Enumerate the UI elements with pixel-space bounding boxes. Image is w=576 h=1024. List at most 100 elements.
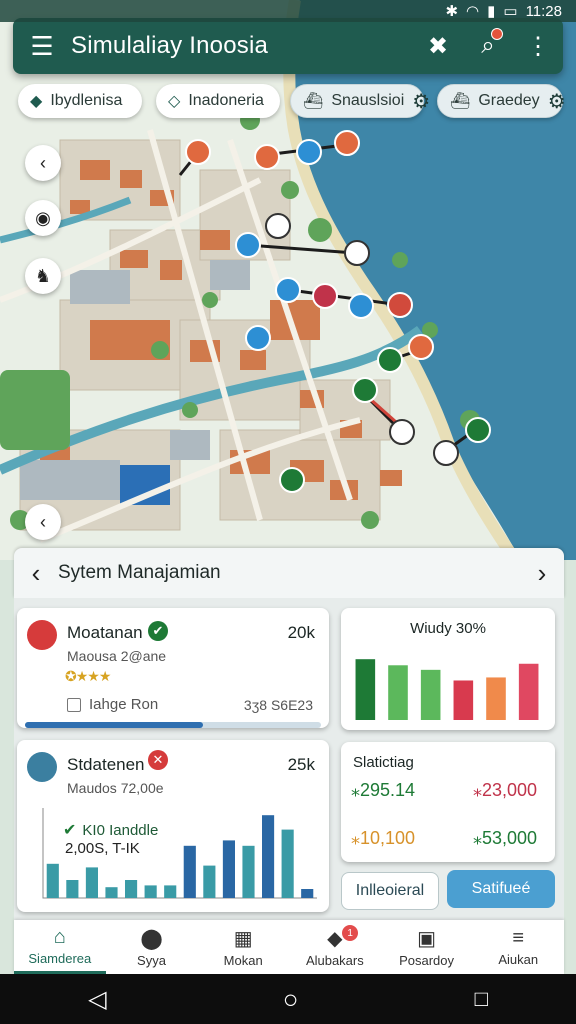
system-navigation-bar: ◁ ○ □ (0, 974, 576, 1024)
map-icon: ▦ (233, 928, 253, 950)
bluetooth-icon: ✱ (445, 3, 459, 20)
top-app-bar: ☰ Simulaliay Inoosia ✖ ⌕ ⋮ (13, 18, 563, 74)
chart-bar (242, 845, 255, 898)
primary-button[interactable]: Satifueé (447, 870, 555, 908)
card-title: Moatanan (67, 623, 143, 642)
home-circle-icon[interactable]: ○ (283, 984, 299, 1015)
stat-value: ⁎53,000 (473, 828, 538, 848)
status-bar: ✱ ◠ ▮ ▭ 11:28 (0, 0, 576, 22)
chart-bar (420, 669, 441, 720)
gear-icon[interactable]: ⚙ (412, 89, 430, 114)
wifi-icon: ◠ (466, 3, 480, 20)
signal-icon: ▮ (487, 3, 496, 20)
more-options-icon[interactable]: ⋮ (513, 32, 563, 61)
card-value: 20k (287, 623, 315, 642)
chart-bar (183, 845, 196, 898)
chart-bar (66, 880, 79, 898)
chart-bar (85, 867, 98, 898)
stat-value: ⁎295.14 (351, 780, 416, 800)
chart-bar (222, 840, 235, 898)
chart-bar (388, 665, 408, 720)
card-subtitle: Maudos 72,00e (67, 780, 164, 796)
card-subtitle: Maousa 2@ane (67, 648, 167, 664)
filter-chip-row: ◆ Ibydlenisa ◇ Inadoneria ⛴ Snauslsioi ⚙… (18, 84, 566, 118)
diamond-icon: ◇ (168, 93, 181, 110)
card-value: 25k (287, 755, 315, 774)
chip-label: Graedey (478, 92, 540, 109)
check-icon: ✔ (148, 621, 168, 641)
chip-inadoneria[interactable]: ◇ Inadoneria (156, 84, 280, 118)
layers-icon[interactable]: ✖ (413, 32, 463, 61)
stat-value: ⁎23,000 (473, 780, 538, 800)
chip-label: Snauslsioi (331, 92, 405, 109)
nav-label: Syya (137, 953, 166, 968)
nav-item-profile[interactable]: ▣ Posardoy (381, 920, 473, 974)
chart-bar (46, 863, 59, 898)
back-triangle-icon[interactable]: ◁ (88, 985, 106, 1014)
checkbox[interactable] (67, 697, 81, 712)
rating-stars-icon: ✪★★★ (65, 668, 111, 684)
chat-icon: ◆ (327, 928, 343, 950)
nav-label: Alubakars (305, 953, 364, 968)
recents-square-icon[interactable]: □ (475, 986, 488, 1012)
panel-title: Sytem Manajamian (58, 562, 221, 583)
compass-icon[interactable]: ◉ (25, 200, 61, 236)
status-time: 11:28 (525, 2, 562, 20)
checkbox-row[interactable]: Iahge Ron (67, 696, 158, 713)
nav-label: Mokan (223, 953, 263, 968)
vessel-card-1[interactable]: Moatanan ✔ 20k Maousa 2@ane ✪★★★ Iahge R… (17, 608, 329, 728)
chevron-left-icon[interactable]: ‹ (14, 558, 58, 589)
secondary-button[interactable]: Inlleoieral (341, 872, 439, 910)
chart-bar (301, 889, 314, 898)
progress-fill (25, 722, 203, 728)
chart-legend: ✔ KI0 Ianddle (63, 820, 158, 840)
chip-label: Ibydlenisa (50, 92, 123, 109)
nav-item-menu[interactable]: ≡ Aiukan (472, 920, 564, 974)
nav-label: Aiukan (498, 952, 539, 967)
chip-ibydlenisa[interactable]: ◆ Ibydlenisa (18, 84, 142, 118)
checkmark-icon: ✔ (63, 822, 77, 839)
nav-item-home[interactable]: ⌂ Siamderea (14, 920, 106, 974)
home-icon: ⌂ (53, 925, 66, 948)
chart-sub: 2,00S, T-IK (65, 840, 140, 857)
chart-bar (281, 829, 294, 898)
card-code: 3ʒ8 S6E23 (243, 697, 313, 713)
bar-chart (355, 659, 539, 720)
chart-bar (203, 865, 216, 898)
error-icon: ✕ (148, 750, 168, 770)
chip-snauslsioi[interactable]: ⛴ Snauslsioi ⚙ (290, 84, 430, 118)
back-icon[interactable]: ‹ (25, 145, 61, 181)
panel-body: Moatanan ✔ 20k Maousa 2@ane ✪★★★ Iahge R… (14, 598, 564, 920)
gear-icon[interactable]: ⚙ (548, 89, 566, 114)
nav-label: Posardoy (399, 953, 454, 968)
search-icon[interactable]: ⌕ (463, 28, 513, 60)
chart-bar (164, 885, 177, 898)
avatar (27, 752, 57, 782)
nav-label: Siamderea (28, 950, 92, 966)
location-icon: ⬤ (140, 928, 163, 950)
chart-label: KI0 Ianddle (82, 821, 159, 839)
nav-item-map[interactable]: ▦ Mokan (197, 920, 289, 974)
notification-dot (491, 28, 503, 40)
weekly-card[interactable]: Wiudy 30% (341, 608, 555, 730)
chart-bar (518, 663, 539, 720)
ship-icon: ⛴ (450, 93, 471, 110)
nav-item-location[interactable]: ⬤ Syya (106, 920, 198, 974)
vessel-card-2[interactable]: Stdatenen ✕ 25k Maudos 72,00e ✔ KI0 Iand… (17, 740, 329, 912)
collapse-icon[interactable]: ‹ (25, 504, 61, 540)
chart-bar (105, 887, 118, 898)
chevron-right-icon[interactable]: › (520, 558, 564, 589)
chart-bar (144, 885, 157, 898)
statistics-card[interactable]: Slatictiag ⁎295.14 ⁎23,000 ⁎10,100 ⁎53,0… (341, 742, 555, 862)
hamburger-menu-icon[interactable]: ☰ (13, 31, 71, 62)
bottom-navigation: ⌂ Siamderea ⬤ Syya ▦ Mokan ◆ 1 Alubakars… (14, 920, 564, 974)
chip-graedey[interactable]: ⛴ Graedey ⚙ (437, 84, 566, 118)
card-title: Stdatenen (67, 755, 145, 774)
card-title: Slatictiag (353, 754, 414, 771)
chart-bar (486, 677, 506, 720)
panel-header: ‹ Sytem Manajamian › (14, 548, 564, 598)
locate-icon[interactable]: ♞ (25, 258, 61, 294)
checkbox-label: Iahge Ron (89, 696, 159, 713)
chart-bar (125, 880, 138, 898)
nav-item-chat[interactable]: ◆ 1 Alubakars (289, 920, 381, 974)
